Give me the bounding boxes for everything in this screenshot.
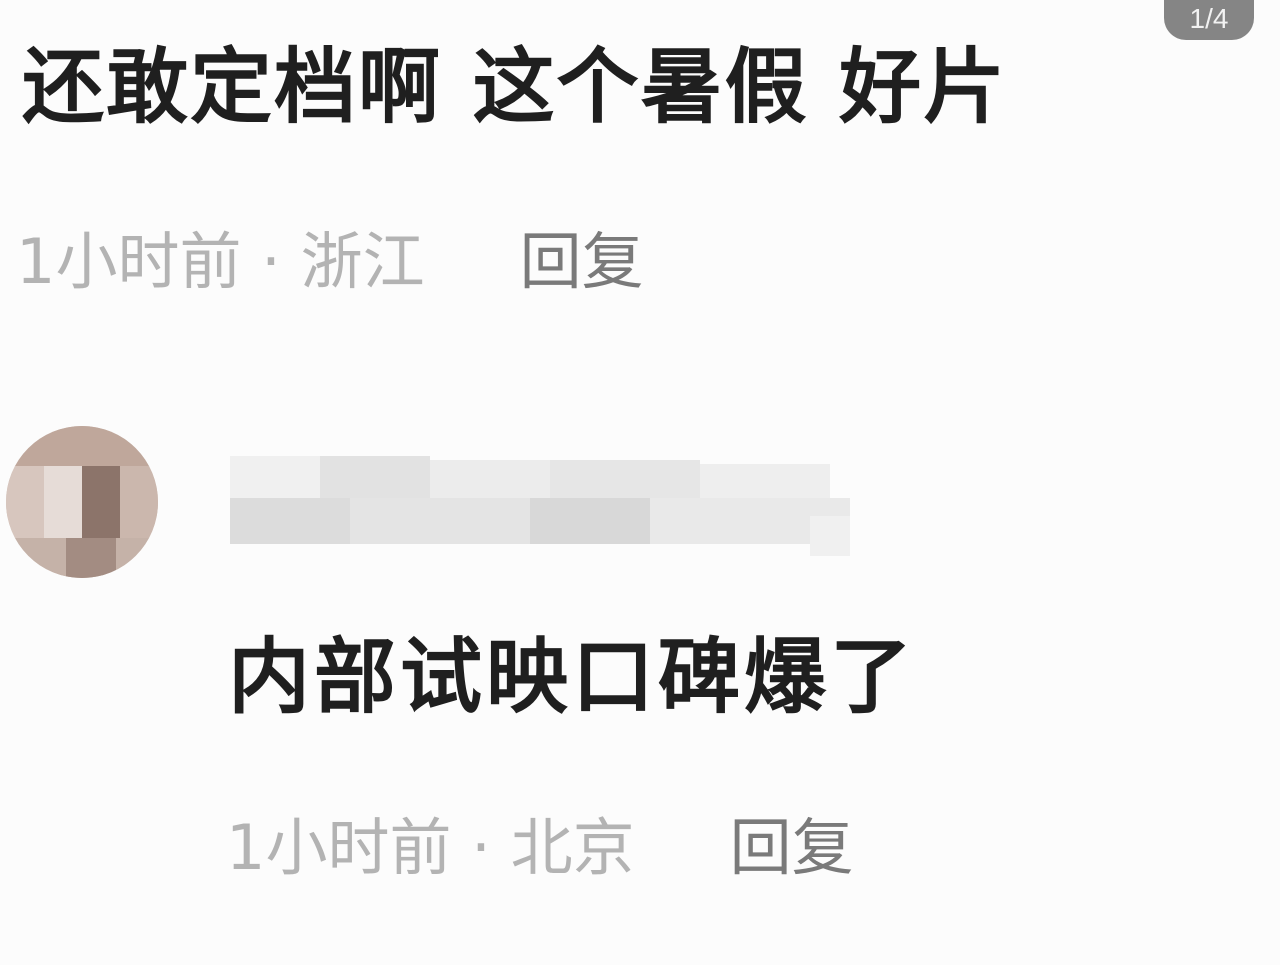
screenshot-page: 1/4 还敢定档啊 这个暑假 好片 1小时前 · 浙江 回复 内部试映口碑爆了 … [0,0,1280,965]
comment-text: 还敢定档啊 这个暑假 好片 [22,40,1008,135]
comment-meta: 1小时前 · 北京 回复 [226,808,854,888]
avatar[interactable] [6,426,158,578]
comment-time-location: 1小时前 · 北京 [226,811,635,884]
comment-text: 内部试映口碑爆了 [228,630,917,725]
reply-button[interactable]: 回复 [520,225,644,298]
comment-meta: 1小时前 · 浙江 回复 [16,222,644,302]
comment-time-location: 1小时前 · 浙江 [16,225,425,298]
reply-button[interactable]: 回复 [730,811,854,884]
username-redacted [230,436,880,566]
comment-item: 内部试映口碑爆了 1小时前 · 北京 回复 [0,400,1280,965]
comment-item: 还敢定档啊 这个暑假 好片 1小时前 · 浙江 回复 [0,0,1280,330]
